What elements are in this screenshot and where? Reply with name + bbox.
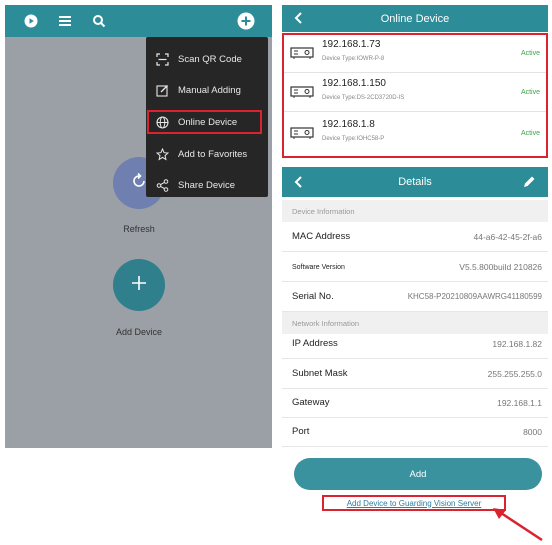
info-value: KHC58-P20210809AAWRG41180599 — [407, 292, 542, 301]
menu-label: Share Device — [178, 179, 236, 191]
port-row[interactable]: Port 8000 — [282, 417, 548, 447]
menu-item-scan-qr[interactable]: Scan QR Code — [146, 44, 268, 74]
callout-arrow — [493, 508, 543, 542]
info-label: Gateway — [292, 397, 330, 408]
info-value: 255.255.255.0 — [487, 369, 542, 379]
info-label: IP Address — [292, 338, 338, 349]
server-link-highlight: Add Device to Guarding Vision Server — [322, 495, 506, 511]
menu-label: Scan QR Code — [178, 53, 242, 65]
back-arrow-icon[interactable] — [292, 175, 306, 189]
search-icon[interactable] — [91, 13, 107, 29]
online-device-highlight — [147, 110, 262, 134]
ip-row[interactable]: IP Address 192.168.1.82 — [282, 329, 548, 359]
info-value: 192.168.1.82 — [492, 339, 542, 349]
add-button[interactable]: Add — [294, 458, 542, 490]
share-icon — [156, 178, 169, 192]
details-screen: Details Device Information MAC Address 4… — [282, 167, 548, 545]
star-icon — [156, 147, 169, 161]
page-title: Online Device — [380, 12, 450, 25]
gateway-row[interactable]: Gateway 192.168.1.1 — [282, 388, 548, 418]
info-value: V5.5.800build 210826 — [459, 262, 542, 272]
list-icon[interactable] — [57, 13, 73, 29]
edit-pencil-icon[interactable] — [522, 175, 536, 189]
page-title: Details — [398, 176, 432, 188]
subnet-mask-row[interactable]: Subnet Mask 255.255.255.0 — [282, 359, 548, 389]
section-header-device-info: Device Information — [282, 200, 548, 222]
info-value: 192.168.1.1 — [497, 398, 542, 408]
plus-icon — [129, 273, 149, 298]
add-device-label: Add Device — [115, 327, 163, 337]
serial-row: Serial No. KHC58-P20210809AAWRG41180599 — [282, 282, 548, 312]
details-header: Details — [282, 167, 548, 197]
edit-icon — [156, 84, 169, 97]
menu-item-manual-adding[interactable]: Manual Adding — [146, 75, 268, 105]
menu-item-share-device[interactable]: Share Device — [146, 170, 268, 200]
info-label: Software Version — [292, 264, 345, 271]
refresh-label: Refresh — [123, 224, 155, 234]
mac-row: MAC Address 44-a6-42-45-2f-a6 — [282, 222, 548, 252]
info-label: Serial No. — [292, 291, 334, 302]
menu-item-add-favorites[interactable]: Add to Favorites — [146, 139, 268, 169]
add-device-button[interactable] — [113, 259, 165, 311]
info-label: MAC Address — [292, 231, 351, 242]
software-version-row: Software Version V5.5.800build 210826 — [282, 252, 548, 282]
online-device-header: Online Device — [282, 5, 548, 32]
info-value: 8000 — [523, 427, 542, 437]
play-icon[interactable] — [23, 13, 39, 29]
info-label: Port — [292, 426, 310, 437]
info-value: 44-a6-42-45-2f-a6 — [473, 232, 542, 242]
device-list-highlight — [282, 33, 548, 158]
add-menu-icon[interactable] — [237, 12, 255, 30]
add-to-server-link[interactable]: Add Device to Guarding Vision Server — [347, 499, 482, 508]
home-top-bar — [5, 5, 272, 37]
menu-label: Add to Favorites — [178, 148, 248, 160]
back-arrow-icon[interactable] — [292, 11, 306, 25]
scan-qr-icon — [156, 52, 169, 66]
info-label: Subnet Mask — [292, 368, 348, 379]
menu-label: Manual Adding — [178, 84, 241, 96]
